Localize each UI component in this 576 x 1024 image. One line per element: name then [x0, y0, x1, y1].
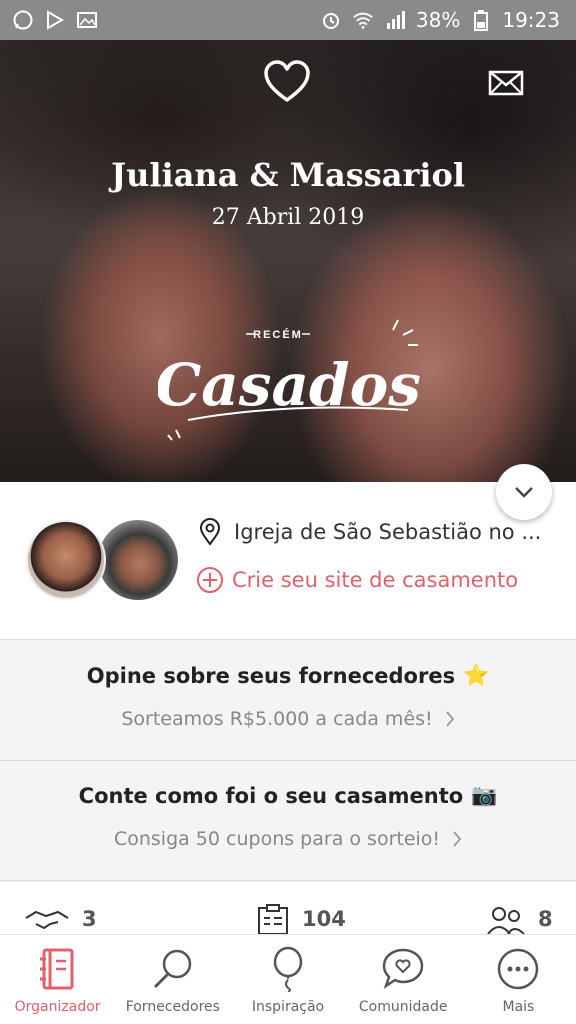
heart-icon[interactable]	[263, 60, 311, 104]
notebook-icon	[34, 945, 82, 993]
search-icon	[149, 945, 197, 993]
checklist-icon	[258, 904, 288, 934]
couple-names: Juliana & Massariol	[110, 156, 466, 194]
stat-value: 3	[82, 907, 97, 931]
nav-mais[interactable]: Mais	[461, 935, 576, 1024]
couple-cover-photo: Juliana & Massariol 27 Abril 2019 RECÉM …	[0, 40, 576, 482]
create-site-link[interactable]: Crie seu site de casamento	[196, 566, 518, 594]
handshake-icon	[25, 910, 69, 930]
chevron-right-icon	[445, 711, 454, 727]
mail-icon[interactable]	[488, 70, 524, 96]
ceremony-location[interactable]: Igreja de São Sebastião no ...	[198, 518, 558, 546]
star-icon: ⭐	[463, 663, 490, 687]
stat-value: 104	[302, 907, 346, 931]
recem-casados-badge: RECÉM Casados	[158, 319, 421, 441]
nav-label: Inspiração	[251, 999, 325, 1015]
camera-icon: 📷	[471, 783, 498, 807]
stat-guests[interactable]: 8	[486, 904, 553, 934]
balloon-icon	[264, 945, 312, 993]
plus-circle-icon	[197, 567, 223, 593]
battery-percent: 38%	[415, 8, 461, 32]
battery-icon	[470, 9, 492, 31]
card-subtitle: Consiga 50 cupons para o sorteio!	[113, 828, 441, 850]
location-text: Igreja de São Sebastião no ...	[234, 520, 542, 544]
wedding-date: 27 Abril 2019	[211, 205, 365, 230]
nav-organizador[interactable]: Organizador	[0, 935, 115, 1024]
share-wedding-card[interactable]: Conte como foi o seu casamento 📷 Consiga…	[0, 761, 576, 881]
status-bar: 38% 19:23	[0, 0, 576, 40]
wifi-icon	[352, 9, 374, 31]
location-pin-icon	[199, 518, 221, 546]
stat-vendors[interactable]: 3	[24, 904, 97, 934]
nav-fornecedores[interactable]: Fornecedores	[115, 935, 230, 1024]
stats-row: 3 104 8	[0, 882, 576, 934]
card-subtitle: Sorteamos R$5.000 a cada mês!	[121, 708, 433, 730]
avatar-groom[interactable]	[98, 520, 178, 600]
nav-label: Comunidade	[358, 999, 448, 1015]
badge-small-text: RECÉM	[253, 328, 303, 341]
avatar-bride[interactable]	[26, 520, 106, 600]
gallery-icon	[76, 9, 98, 31]
more-icon	[494, 945, 542, 993]
guests-icon	[487, 907, 525, 934]
signal-icon	[384, 9, 406, 31]
nav-label: Mais	[502, 999, 535, 1015]
nav-comunidade[interactable]: Comunidade	[346, 935, 461, 1024]
chevron-down-icon	[515, 487, 533, 498]
card-title: Opine sobre seus fornecedores	[86, 663, 456, 688]
card-title: Conte como foi o seu casamento	[78, 783, 464, 808]
bottom-navigation: Organizador Fornecedores Inspiração Comu…	[0, 934, 576, 1024]
stat-value: 8	[538, 907, 553, 931]
play-store-icon	[44, 9, 66, 31]
nav-inspiracao[interactable]: Inspiração	[230, 935, 345, 1024]
create-site-label: Crie seu site de casamento	[232, 568, 519, 592]
stat-tasks[interactable]: 104	[256, 904, 346, 934]
nav-label: Organizador	[14, 999, 101, 1015]
whatsapp-icon	[12, 9, 34, 31]
chat-heart-icon	[379, 945, 427, 993]
expand-button[interactable]	[496, 464, 552, 520]
clock: 19:23	[502, 8, 560, 32]
chevron-right-icon	[453, 831, 462, 847]
profile-section: Igreja de São Sebastião no ... Crie seu …	[0, 482, 576, 640]
review-vendors-card[interactable]: Opine sobre seus fornecedores ⭐ Sorteamo…	[0, 641, 576, 761]
nav-label: Fornecedores	[125, 999, 220, 1015]
alarm-icon	[320, 9, 342, 31]
